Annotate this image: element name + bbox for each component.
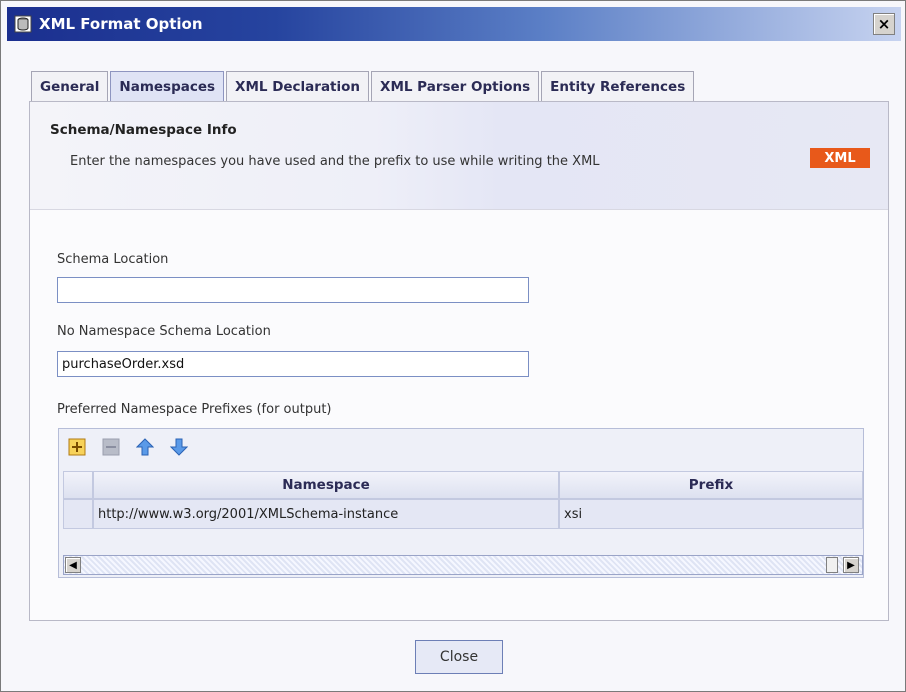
tab-panel: Schema/Namespace Info Enter the namespac…: [29, 101, 889, 621]
prefixes-table: Namespace Prefix http://www.w3.org/2001/…: [63, 471, 863, 529]
xml-badge: XML: [810, 148, 870, 168]
close-button[interactable]: Close: [415, 640, 503, 674]
scroll-right-icon[interactable]: ▶: [843, 557, 859, 573]
move-down-icon[interactable]: [169, 437, 189, 457]
tab-xml-parser-options[interactable]: XML Parser Options: [371, 71, 540, 101]
no-namespace-schema-location-label: No Namespace Schema Location: [57, 324, 271, 339]
info-title: Schema/Namespace Info: [50, 122, 237, 138]
tab-bar: General Namespaces XML Declaration XML P…: [31, 71, 696, 102]
add-icon[interactable]: [67, 437, 87, 457]
column-header-namespace[interactable]: Namespace: [93, 471, 559, 499]
dialog-window: XML Format Option × General Namespaces X…: [0, 0, 906, 692]
prefixes-grid: Namespace Prefix http://www.w3.org/2001/…: [58, 428, 864, 578]
remove-icon[interactable]: [101, 437, 121, 457]
db-icon: [14, 15, 32, 33]
horizontal-scrollbar[interactable]: ◀ ▶: [63, 555, 863, 575]
prefixes-label: Preferred Namespace Prefixes (for output…: [57, 402, 332, 417]
close-window-button[interactable]: ×: [873, 13, 895, 35]
scroll-left-icon[interactable]: ◀: [65, 557, 81, 573]
row-header-corner: [63, 471, 93, 499]
schema-location-label: Schema Location: [57, 252, 169, 267]
tab-xml-declaration[interactable]: XML Declaration: [226, 71, 370, 101]
grid-toolbar: [67, 437, 189, 457]
table-header: Namespace Prefix: [63, 471, 863, 499]
scroll-thumb[interactable]: [826, 557, 838, 573]
no-namespace-schema-location-input[interactable]: [57, 351, 529, 377]
tab-namespaces[interactable]: Namespaces: [110, 71, 225, 102]
window-title: XML Format Option: [39, 15, 203, 33]
info-description: Enter the namespaces you have used and t…: [70, 154, 600, 169]
row-selector[interactable]: [63, 499, 93, 529]
title-bar[interactable]: XML Format Option ×: [7, 7, 901, 41]
schema-location-input[interactable]: [57, 277, 529, 303]
move-up-icon[interactable]: [135, 437, 155, 457]
tab-general[interactable]: General: [31, 71, 109, 101]
column-header-prefix[interactable]: Prefix: [559, 471, 863, 499]
prefix-cell[interactable]: xsi: [559, 499, 863, 529]
info-header: Schema/Namespace Info Enter the namespac…: [30, 102, 888, 210]
table-row[interactable]: http://www.w3.org/2001/XMLSchema-instanc…: [63, 499, 863, 529]
namespace-cell[interactable]: http://www.w3.org/2001/XMLSchema-instanc…: [93, 499, 559, 529]
tab-entity-references[interactable]: Entity References: [541, 71, 695, 101]
